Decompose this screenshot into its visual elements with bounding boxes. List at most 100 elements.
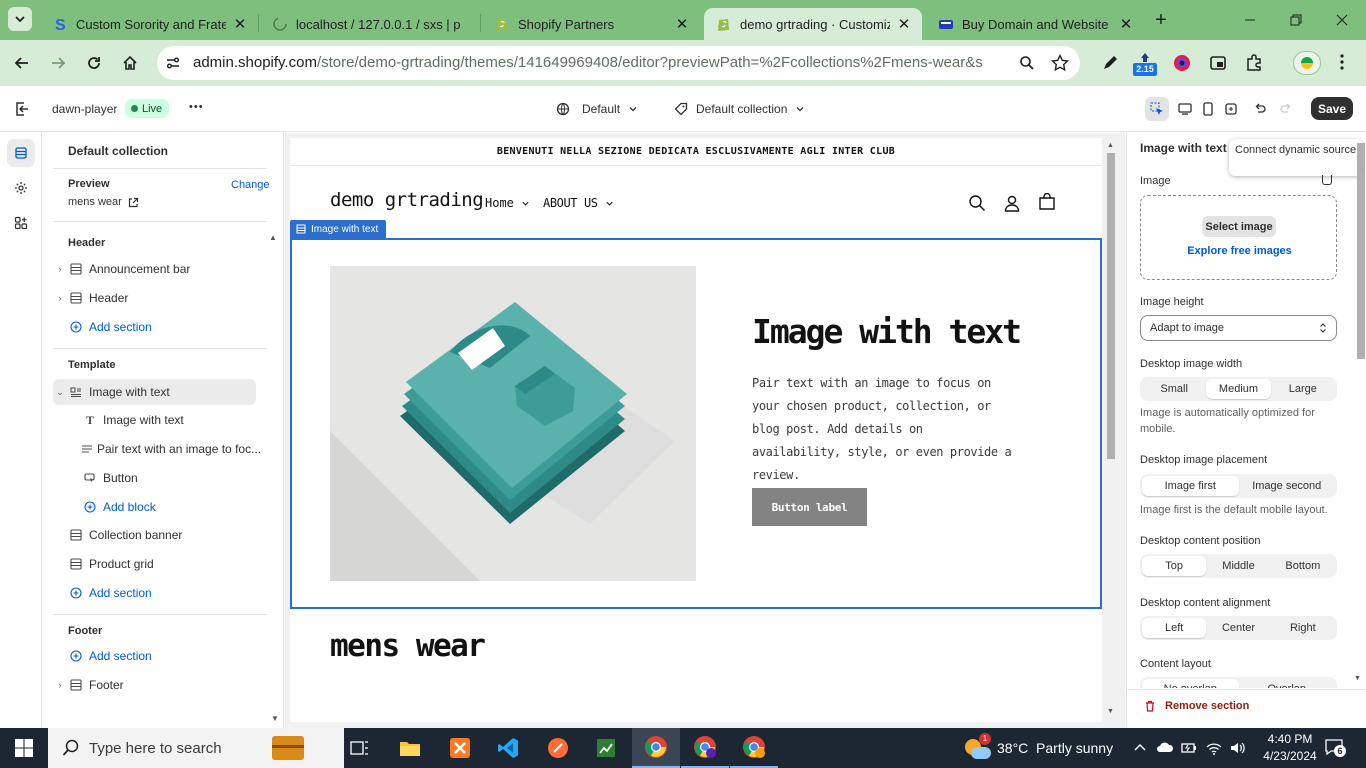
file-explorer-app[interactable] xyxy=(386,728,434,768)
extension-badge-icon[interactable]: 2.15 xyxy=(1133,51,1157,77)
browser-menu-icon[interactable] xyxy=(1340,54,1350,72)
announcement-bar[interactable]: BENVENUTI NELLA SEZIONE DEDICATA ESCLUSI… xyxy=(290,138,1102,166)
alignment-option-right[interactable]: Right xyxy=(1271,618,1335,638)
panel-scroll-down-icon[interactable]: ▼ xyxy=(1354,675,1361,682)
block-item-heading[interactable]: T Image with text xyxy=(81,407,261,433)
weather-widget[interactable]: 1 38°C Partly sunny xyxy=(963,728,1113,768)
restore-window-button[interactable] xyxy=(1278,4,1314,36)
back-button[interactable] xyxy=(8,49,36,77)
section-selection-label[interactable]: Image with text xyxy=(290,220,387,238)
browser-tab-2[interactable]: localhost / 127.0.0.1 / sxs | p xyxy=(260,8,478,40)
section-button[interactable]: Button label xyxy=(752,488,867,526)
browser-tab-3[interactable]: Shopify Partners ✕ xyxy=(482,8,700,40)
system-clock[interactable]: 4:40 PM 4/23/2024 xyxy=(1255,731,1325,765)
redo-button[interactable] xyxy=(1278,99,1294,119)
nav-home[interactable]: Home xyxy=(485,196,530,210)
save-button[interactable]: Save xyxy=(1311,97,1353,120)
add-header-section-button[interactable]: Add section xyxy=(53,314,256,340)
minimize-window-button[interactable] xyxy=(1232,4,1268,36)
position-option-bottom[interactable]: Bottom xyxy=(1271,556,1335,576)
alignment-option-left[interactable]: Left xyxy=(1142,618,1207,638)
bookmark-star-icon[interactable] xyxy=(1051,54,1069,72)
section-body-text[interactable]: Pair text with an image to focus on your… xyxy=(752,372,1017,487)
nav-about-us[interactable]: ABOUT US xyxy=(543,196,614,210)
width-option-medium[interactable]: Medium xyxy=(1206,379,1271,399)
dynamic-source-icon[interactable] xyxy=(1322,175,1332,185)
undo-button[interactable] xyxy=(1252,99,1268,119)
scroll-down-icon[interactable]: ▼ xyxy=(1107,708,1114,715)
browser-tab-5[interactable]: Buy Domain and Website H ✕ xyxy=(926,8,1144,40)
remove-section-button[interactable]: Remove section xyxy=(1144,700,1249,712)
explore-free-images-link[interactable]: Explore free images xyxy=(1141,245,1338,257)
image-picker[interactable]: Select image Explore free images xyxy=(1140,195,1337,280)
position-option-middle[interactable]: Middle xyxy=(1206,556,1270,576)
omnibox[interactable]: admin.shopify.com/store/demo-grtrading/t… xyxy=(157,46,1080,80)
sidebar-item-announcement-bar[interactable]: › Announcement bar xyxy=(53,256,256,282)
close-tab-icon[interactable]: ✕ xyxy=(674,16,690,33)
theme-settings-nav-button[interactable] xyxy=(7,174,35,202)
placement-option-image-first[interactable]: Image first xyxy=(1142,476,1239,496)
sidebar-item-footer[interactable]: › Footer xyxy=(53,672,256,698)
chrome-app-active[interactable] xyxy=(632,728,680,768)
block-item-text[interactable]: Pair text with an image to foc... xyxy=(81,436,261,462)
layout-option-overlap[interactable]: Overlap xyxy=(1239,679,1336,688)
close-window-button[interactable] xyxy=(1324,4,1360,36)
add-block-button[interactable]: Add block xyxy=(81,494,261,520)
pen-extension-icon[interactable] xyxy=(1101,54,1119,72)
block-item-button[interactable]: Button xyxy=(81,465,261,491)
collapse-header-group-icon[interactable]: ▲ xyxy=(269,233,277,242)
change-preview-link[interactable]: Change xyxy=(231,179,270,191)
desktop-view-button[interactable] xyxy=(1176,99,1194,119)
search-icon[interactable] xyxy=(1019,55,1035,71)
start-button[interactable] xyxy=(0,728,48,768)
postman-app[interactable] xyxy=(534,728,582,768)
new-tab-button[interactable]: + xyxy=(1150,8,1172,32)
close-tab-icon[interactable]: ✕ xyxy=(896,16,912,33)
sections-nav-button[interactable] xyxy=(7,139,35,167)
forward-button[interactable] xyxy=(44,49,72,77)
site-info-icon[interactable] xyxy=(165,55,181,71)
chrome-profile-app[interactable] xyxy=(681,728,729,768)
app-embeds-nav-button[interactable] xyxy=(7,209,35,237)
preview-scrollbar[interactable]: ▲ ▼ xyxy=(1104,138,1118,722)
collection-title[interactable]: mens wear xyxy=(330,628,486,664)
media-extension-icon[interactable] xyxy=(1209,54,1227,72)
battery-plug-icon[interactable] xyxy=(1181,740,1197,756)
browser-tab-1[interactable]: S Custom Sorority and Fraternity ✕ xyxy=(40,8,258,40)
spreadsheet-app[interactable] xyxy=(582,728,630,768)
exit-editor-icon[interactable] xyxy=(14,101,30,117)
cart-icon[interactable] xyxy=(1038,193,1056,211)
width-option-large[interactable]: Large xyxy=(1271,379,1335,399)
chrome-profile-app-2[interactable] xyxy=(730,728,778,768)
inspector-toggle-button[interactable] xyxy=(1145,97,1169,121)
template-dropdown[interactable]: Default collection xyxy=(674,98,805,119)
select-image-button[interactable]: Select image xyxy=(1202,216,1276,237)
scroll-up-icon[interactable]: ▲ xyxy=(1107,142,1114,149)
sidebar-item-header[interactable]: › Header xyxy=(53,285,256,311)
reload-button[interactable] xyxy=(80,49,108,77)
xampp-app[interactable] xyxy=(436,728,484,768)
preview-resource[interactable]: mens wear xyxy=(68,196,139,208)
browser-tab-4-active[interactable]: demo grtrading · Customize ✕ xyxy=(704,8,922,40)
close-tab-icon[interactable]: ✕ xyxy=(232,16,248,33)
theme-setting-dropdown[interactable]: Default xyxy=(556,98,638,119)
fullscreen-view-button[interactable] xyxy=(1222,99,1240,119)
add-footer-section-button[interactable]: Add section xyxy=(53,643,256,669)
wifi-icon[interactable] xyxy=(1206,740,1222,756)
vscode-app[interactable] xyxy=(484,728,532,768)
profile-avatar[interactable] xyxy=(1293,51,1321,75)
sidebar-item-product-grid[interactable]: Product grid xyxy=(53,551,256,577)
scrollbar-thumb[interactable] xyxy=(1107,153,1115,459)
notification-center-button[interactable]: 6 xyxy=(1325,739,1346,757)
layout-option-no-overlap[interactable]: No overlap xyxy=(1142,679,1239,688)
placement-option-image-second[interactable]: Image second xyxy=(1239,476,1336,496)
sidebar-scroll-down-icon[interactable]: ▼ xyxy=(271,714,279,723)
task-view-button[interactable] xyxy=(336,728,384,768)
taskbar-search-box[interactable]: Type here to search xyxy=(48,728,344,768)
color-picker-extension-icon[interactable] xyxy=(1173,54,1191,72)
sidebar-item-image-with-text[interactable]: ⌄ Image with text xyxy=(53,379,256,405)
store-logo[interactable]: demo grtrading xyxy=(330,189,484,211)
width-option-small[interactable]: Small xyxy=(1142,379,1206,399)
more-actions-button[interactable]: ••• xyxy=(189,101,204,113)
image-with-text-section[interactable]: Image with text Pair text with an image … xyxy=(290,238,1102,609)
